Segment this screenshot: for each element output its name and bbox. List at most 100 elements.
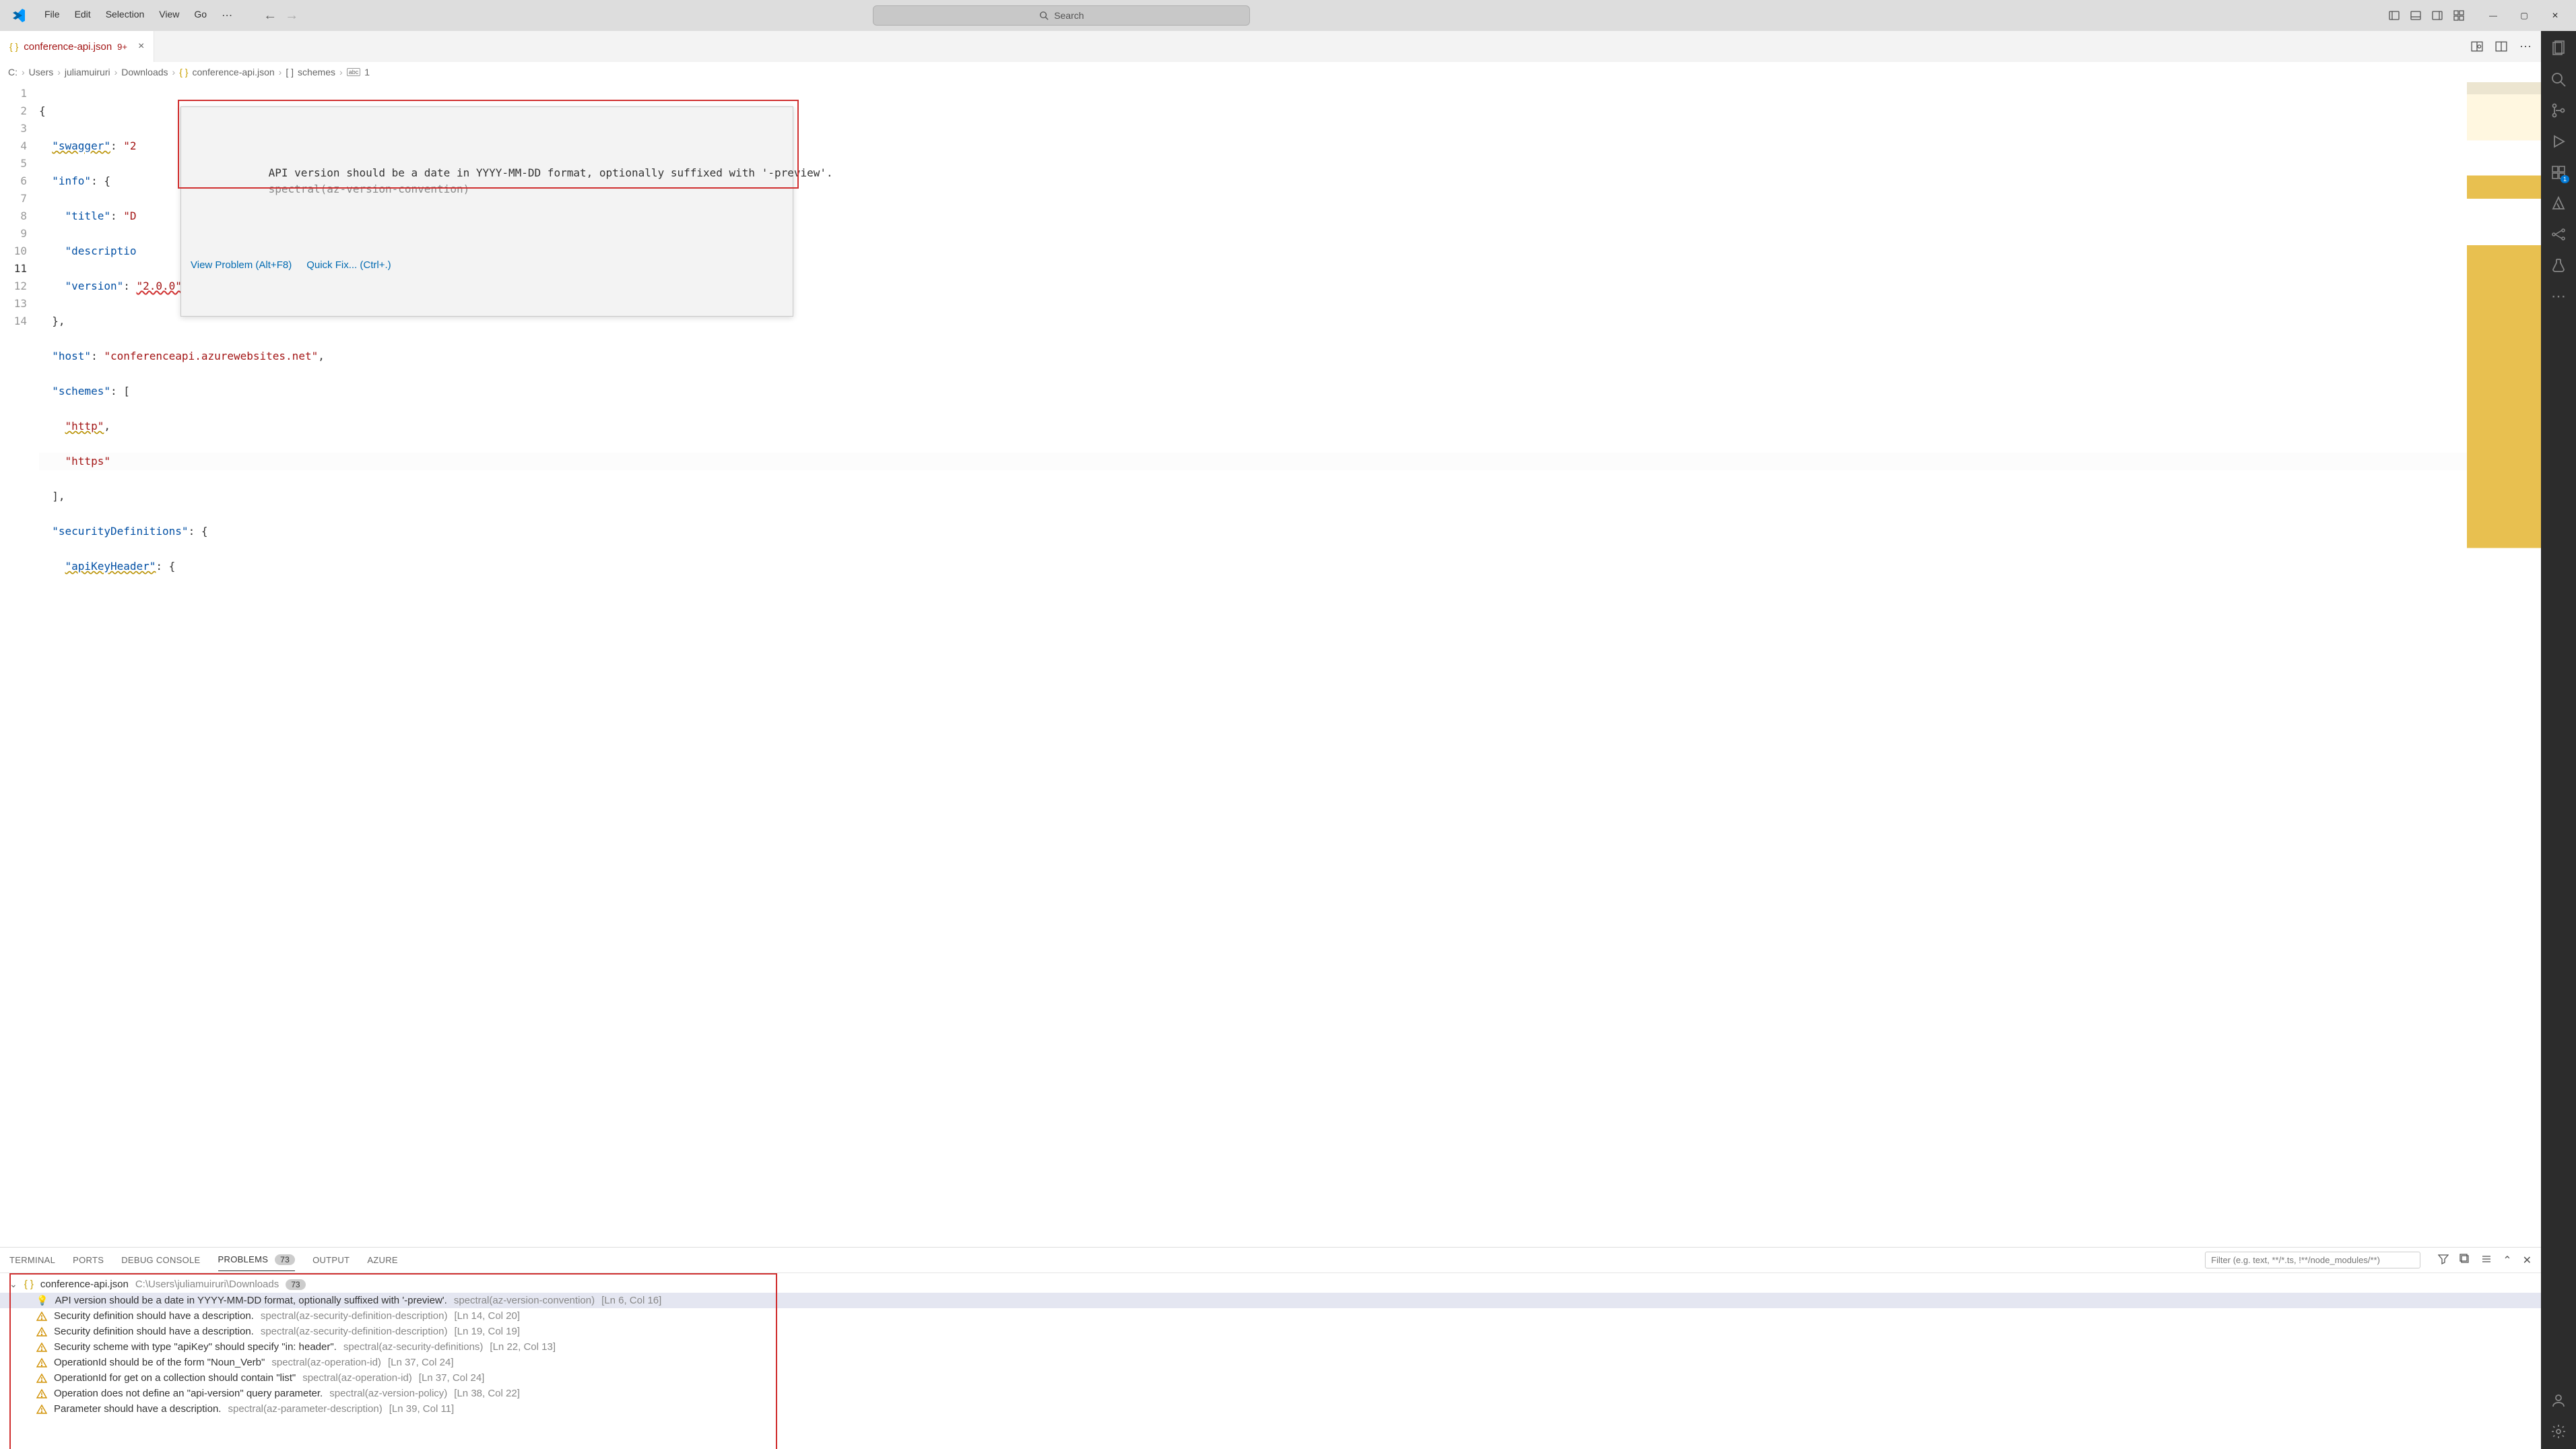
menu-more-icon[interactable]: ⋯ [215,5,239,26]
problem-location: [Ln 37, Col 24] [419,1372,485,1384]
run-debug-icon[interactable] [2549,132,2568,151]
nav-forward-icon[interactable]: → [282,6,301,25]
hover-message: API version should be a date in YYYY-MM-… [269,166,833,179]
problem-row[interactable]: Security definition should have a descri… [0,1308,2541,1324]
maximize-button[interactable]: ▢ [2509,0,2540,31]
breadcrumb-part[interactable]: Users [29,67,54,77]
problem-row[interactable]: Operation does not define an "api-versio… [0,1386,2541,1401]
string-type-icon: abc [347,68,361,76]
menu-file[interactable]: File [38,5,67,26]
collapse-all-icon[interactable] [2459,1254,2470,1267]
file-problem-count: 73 [286,1279,305,1290]
hover-source: spectral(az-version-convention) [269,183,470,195]
breadcrumb-part[interactable]: Downloads [121,67,168,77]
problem-row[interactable]: Parameter should have a description. spe… [0,1401,2541,1417]
problem-location: [Ln 22, Col 13] [490,1341,556,1353]
chevron-down-icon: ⌄ [9,1279,18,1290]
breadcrumb[interactable]: C:› Users› juliamuiruri› Downloads› { } … [0,62,2541,82]
problem-source: spectral(az-operation-id) [302,1372,412,1384]
editor-tabs: { } conference-api.json 9+ × ⋯ [0,31,2541,62]
layout-sidebar-left-icon[interactable] [2389,10,2400,21]
lightbulb-icon: 💡 [36,1295,48,1306]
tab-output[interactable]: OUTPUT [312,1250,350,1270]
azure-icon[interactable] [2549,194,2568,213]
tab-close-icon[interactable]: × [138,40,144,53]
explorer-icon[interactable] [2549,39,2568,58]
source-control-icon[interactable] [2549,101,2568,120]
problem-source: spectral(az-security-definition-descript… [261,1310,448,1322]
accounts-icon[interactable] [2549,1391,2568,1410]
tab-error-count: 9+ [117,42,127,52]
problems-filter-input[interactable] [2205,1252,2420,1268]
minimap[interactable] [2467,82,2541,1247]
breadcrumb-part[interactable]: juliamuiruri [65,67,110,77]
json-file-icon: { } [179,67,188,77]
menu-go[interactable]: Go [187,5,213,26]
extensions-badge: 1 [2561,175,2569,183]
breadcrumb-part[interactable]: 1 [364,67,370,77]
tab-azure[interactable]: AZURE [367,1250,398,1270]
problem-row[interactable]: 💡API version should be a date in YYYY-MM… [0,1293,2541,1308]
warning-icon [36,1373,47,1384]
problem-source: spectral(az-parameter-description) [228,1403,382,1415]
problems-file-header[interactable]: ⌄ { } conference-api.json C:\Users\julia… [0,1276,2541,1293]
warning-icon [36,1357,47,1368]
layout-customize-icon[interactable] [2453,10,2464,21]
settings-gear-icon[interactable] [2549,1422,2568,1441]
search-icon[interactable] [2549,70,2568,89]
layout-sidebar-right-icon[interactable] [2432,10,2443,21]
testing-icon[interactable] [2549,256,2568,275]
more-actions-icon[interactable]: ⋯ [2519,40,2532,54]
problem-location: [Ln 37, Col 24] [388,1357,454,1368]
close-button[interactable]: ✕ [2540,0,2571,31]
bottom-panel: TERMINAL PORTS DEBUG CONSOLE PROBLEMS 73… [0,1247,2541,1449]
split-editor-icon[interactable] [2495,40,2507,53]
layout-panel-icon[interactable] [2410,10,2421,21]
problem-row[interactable]: Security definition should have a descri… [0,1324,2541,1339]
more-icon[interactable]: ⋯ [2549,287,2568,306]
close-panel-icon[interactable]: ✕ [2523,1254,2532,1267]
json-file-icon: { } [24,1279,34,1290]
view-as-tree-icon[interactable] [2481,1254,2492,1267]
problem-source: spectral(az-version-policy) [329,1388,447,1399]
tab-conference-api[interactable]: { } conference-api.json 9+ × [0,31,154,62]
quick-fix-link[interactable]: Quick Fix... (Ctrl+.) [306,257,391,274]
warning-icon [36,1311,47,1322]
problem-source: spectral(az-operation-id) [271,1357,381,1368]
tab-debug-console[interactable]: DEBUG CONSOLE [121,1250,200,1270]
code-area[interactable]: { "swagger": "2 "info": { "title": "D "d… [39,82,2467,1247]
open-preview-icon[interactable] [2471,40,2483,53]
tab-problems[interactable]: PROBLEMS 73 [218,1249,296,1271]
tab-terminal[interactable]: TERMINAL [9,1250,55,1270]
view-problem-link[interactable]: View Problem (Alt+F8) [191,257,292,274]
problem-row[interactable]: OperationId for get on a collection shou… [0,1370,2541,1386]
nav-back-icon[interactable]: ← [261,6,279,25]
problem-location: [Ln 6, Col 16] [601,1295,661,1306]
window-controls: — ▢ ✕ [2478,0,2571,31]
minimize-button[interactable]: — [2478,0,2509,31]
problem-message: Security definition should have a descri… [54,1310,254,1322]
activity-bar: 1 ⋯ [2541,31,2576,1449]
remote-icon[interactable] [2549,225,2568,244]
warning-icon [36,1326,47,1337]
menu-view[interactable]: View [152,5,186,26]
problem-row[interactable]: OperationId should be of the form "Noun_… [0,1355,2541,1370]
nav-arrows: ← → [261,6,301,25]
search-input[interactable]: Search [873,5,1250,26]
extensions-icon[interactable]: 1 [2549,163,2568,182]
breadcrumb-part[interactable]: C: [8,67,18,77]
breadcrumb-part[interactable]: conference-api.json [192,67,274,77]
tab-ports[interactable]: PORTS [73,1250,104,1270]
warning-icon [36,1388,47,1399]
breadcrumb-part[interactable]: schemes [298,67,335,77]
chevron-up-icon[interactable]: ⌃ [2503,1254,2511,1267]
title-bar: File Edit Selection View Go ⋯ ← → Search… [0,0,2576,31]
problem-location: [Ln 19, Col 19] [454,1326,520,1337]
menu-selection[interactable]: Selection [99,5,152,26]
editor-body[interactable]: 1234567891011121314 { "swagger": "2 "inf… [0,82,2541,1247]
panel-tabs: TERMINAL PORTS DEBUG CONSOLE PROBLEMS 73… [0,1248,2541,1273]
filter-icon[interactable] [2438,1254,2449,1267]
problem-message: Security scheme with type "apiKey" shoul… [54,1341,337,1353]
menu-edit[interactable]: Edit [68,5,98,26]
problem-row[interactable]: Security scheme with type "apiKey" shoul… [0,1339,2541,1355]
